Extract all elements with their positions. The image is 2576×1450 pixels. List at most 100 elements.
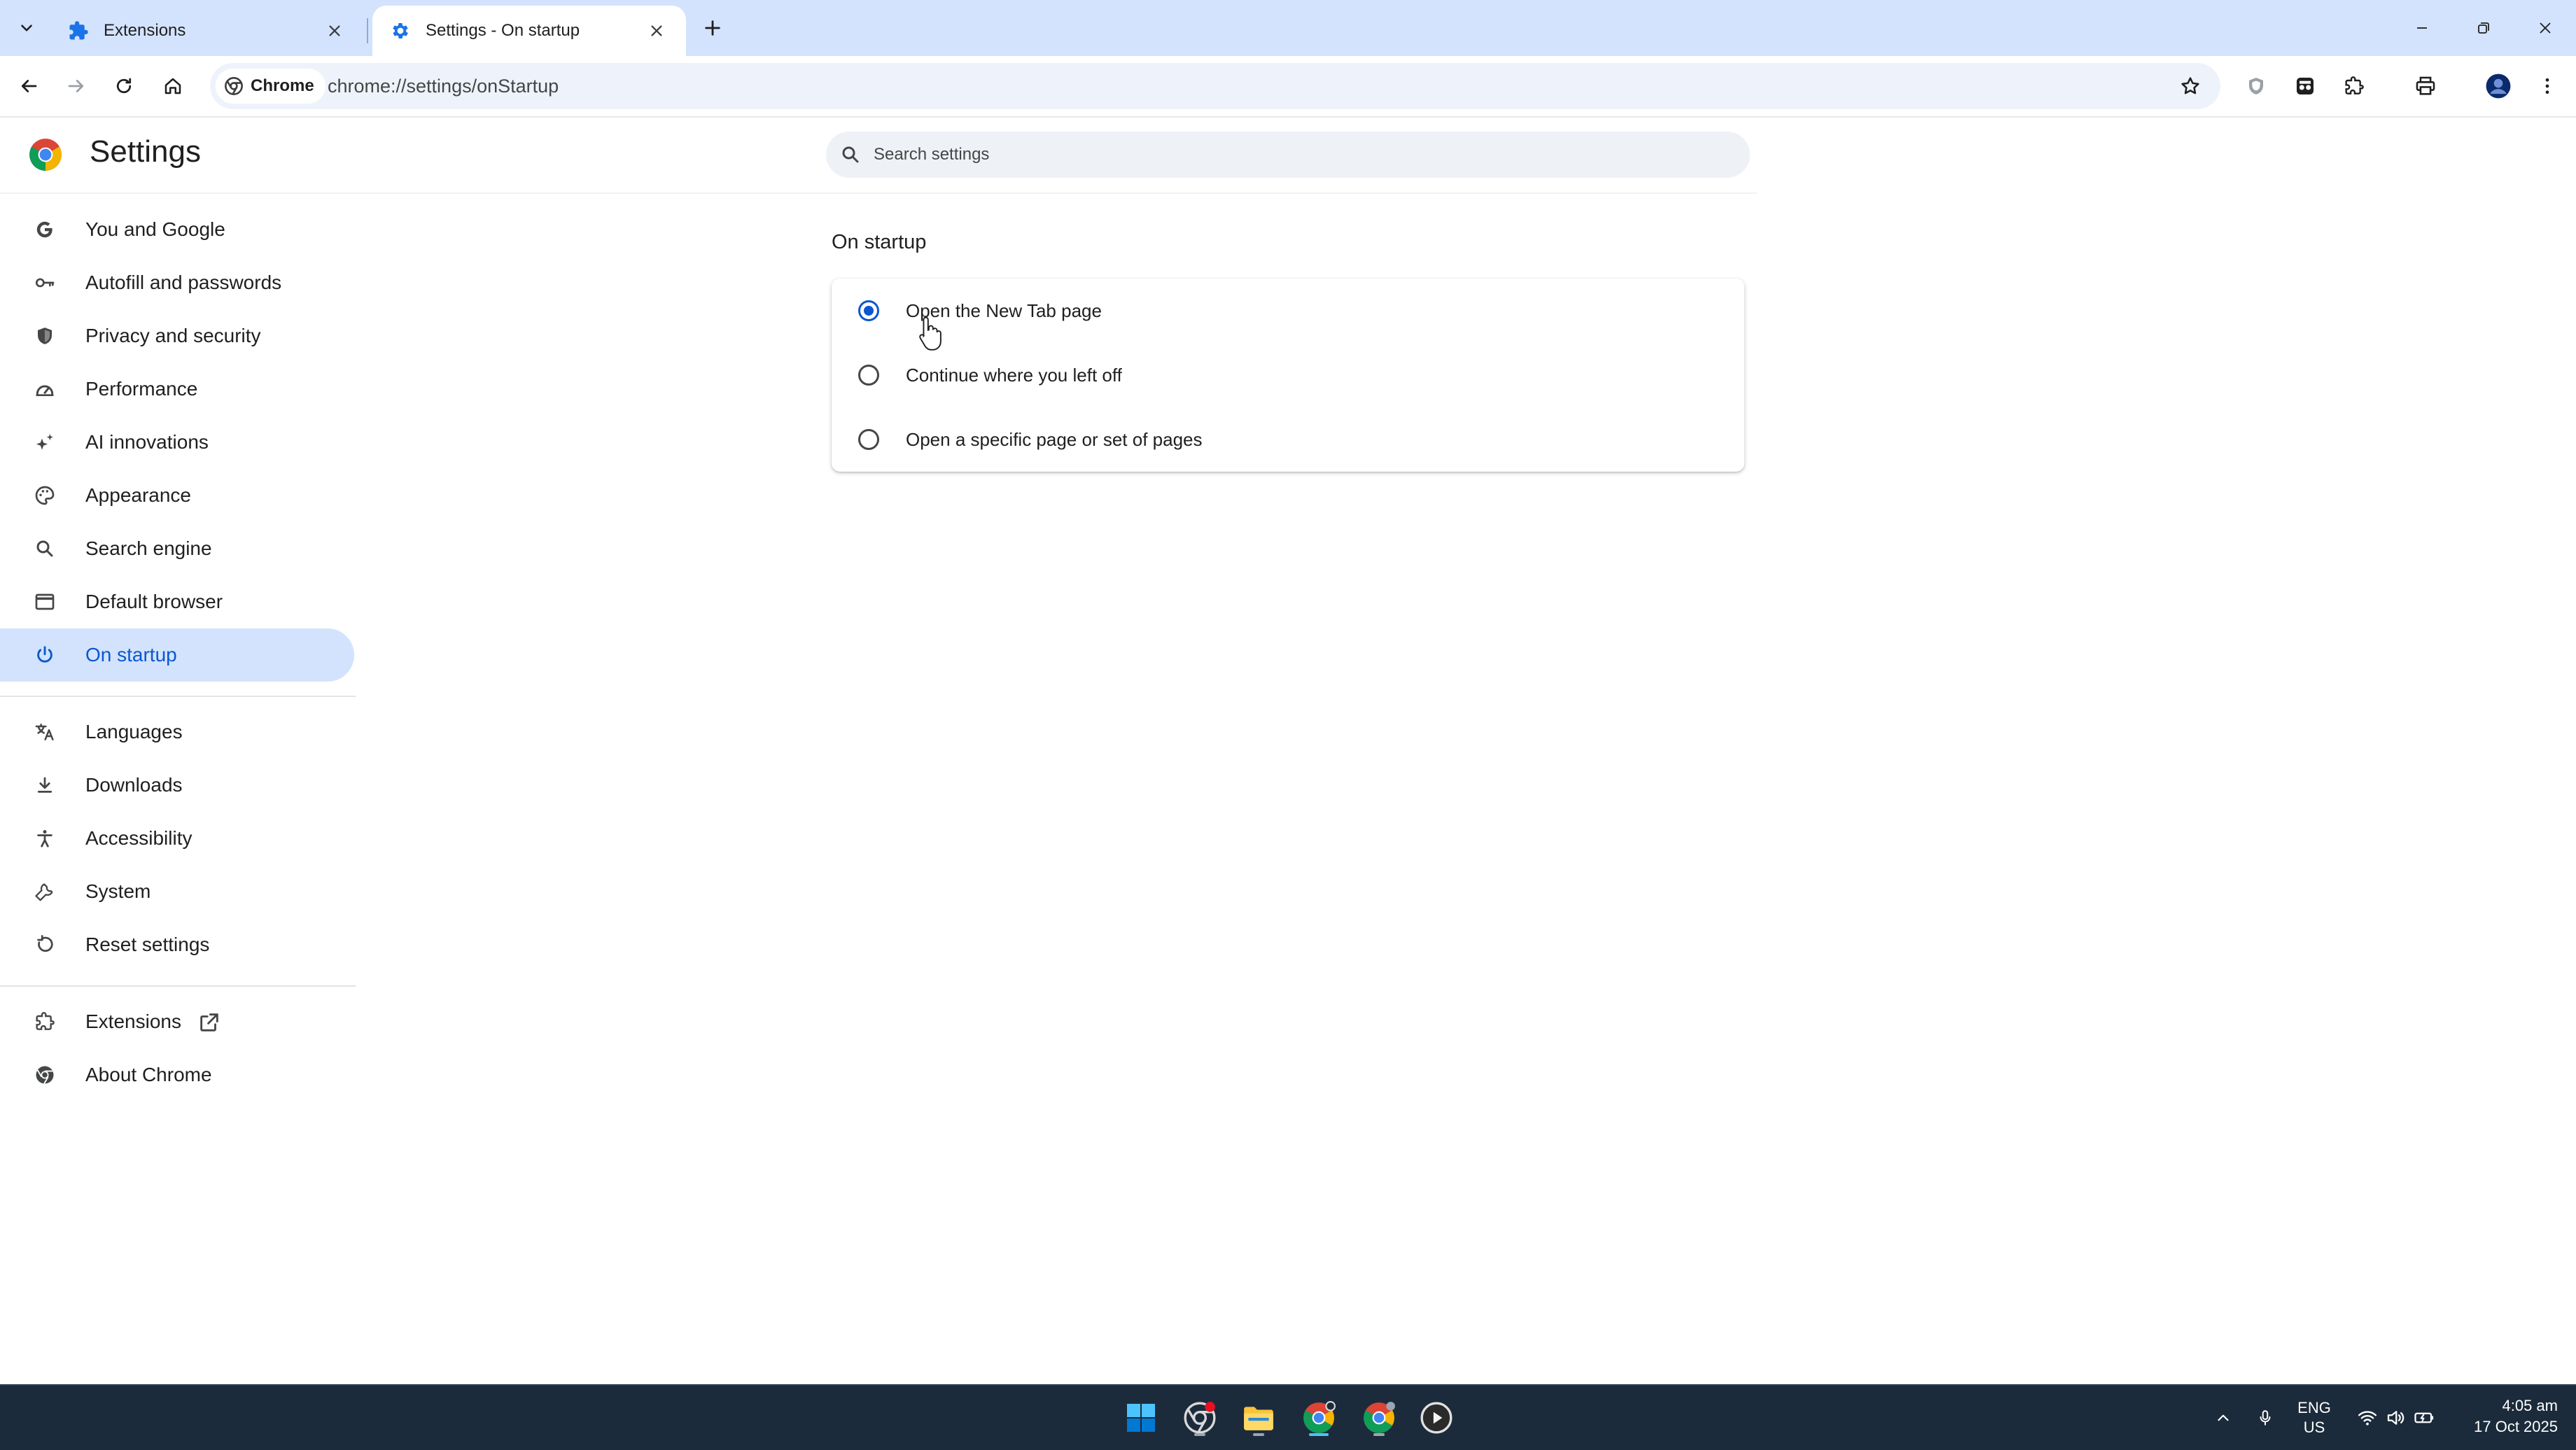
close-tab-button[interactable] xyxy=(644,18,669,43)
sidebar-item-appearance[interactable]: Appearance xyxy=(0,469,354,522)
arrow-left-icon xyxy=(21,80,37,92)
tab-settings[interactable]: Settings - On startup xyxy=(372,6,686,56)
close-tab-button[interactable] xyxy=(322,18,347,43)
window-controls xyxy=(2391,0,2576,56)
chevron-down-icon xyxy=(21,24,32,31)
sidebar-item-you-and-google[interactable]: You and Google xyxy=(0,203,354,256)
chrome-menu-button[interactable] xyxy=(2530,69,2565,104)
sidebar-item-search-engine[interactable]: Search engine xyxy=(0,522,354,575)
close-window-button[interactable] xyxy=(2514,0,2576,56)
radio-button[interactable] xyxy=(858,365,879,386)
sidebar-item-default-browser[interactable]: Default browser xyxy=(0,575,354,628)
radio-button[interactable] xyxy=(858,429,879,450)
sidebar-item-downloads[interactable]: Downloads xyxy=(0,759,354,812)
download-icon xyxy=(34,774,56,796)
sidebar-item-languages[interactable]: Languages xyxy=(0,705,354,759)
header-divider xyxy=(0,192,1757,194)
taskbar-active-indicator xyxy=(1309,1433,1329,1436)
home-button[interactable] xyxy=(155,69,190,104)
sidebar-item-system[interactable]: System xyxy=(0,865,354,918)
reload-button[interactable] xyxy=(106,69,141,104)
sidebar-item-extensions[interactable]: Extensions xyxy=(0,995,354,1048)
wrench-icon xyxy=(34,880,56,903)
key-icon xyxy=(34,272,56,294)
extension-shield-button[interactable] xyxy=(2239,69,2274,104)
bookmark-button[interactable] xyxy=(2173,69,2208,104)
sidebar-divider xyxy=(0,696,356,697)
sidebar-item-autofill[interactable]: Autofill and passwords xyxy=(0,256,354,309)
new-tab-button[interactable] xyxy=(697,13,728,43)
google-g-icon xyxy=(34,218,56,241)
start-button[interactable] xyxy=(1119,1395,1163,1440)
incognito-icon xyxy=(2297,78,2314,94)
sidebar-item-accessibility[interactable]: Accessibility xyxy=(0,812,354,865)
tab-search-button[interactable] xyxy=(8,10,45,46)
taskbar-running-indicator xyxy=(1194,1433,1205,1436)
sidebar-item-reset[interactable]: Reset settings xyxy=(0,918,354,971)
shield-icon xyxy=(34,325,56,347)
tab-extensions[interactable]: Extensions xyxy=(50,6,364,56)
sidebar-item-label: Reset settings xyxy=(85,934,210,955)
sidebar-item-on-startup[interactable]: On startup xyxy=(0,628,354,682)
url-text[interactable]: chrome://settings/onStartup xyxy=(328,63,559,109)
startup-option-specific-pages[interactable]: Open a specific page or set of pages xyxy=(832,407,1744,472)
radio-button[interactable] xyxy=(858,300,879,321)
extension-incognito-button[interactable] xyxy=(2288,69,2323,104)
clock-time: 4:05 am xyxy=(2502,1397,2558,1414)
back-button[interactable] xyxy=(11,69,46,104)
sidebar-item-performance[interactable]: Performance xyxy=(0,362,354,416)
sidebar-item-label: Search engine xyxy=(85,537,212,559)
minimize-button[interactable] xyxy=(2391,0,2453,56)
taskbar-app-chrome-red[interactable] xyxy=(1177,1395,1222,1440)
microphone-icon xyxy=(2260,1410,2271,1426)
taskbar-app-chrome-active[interactable] xyxy=(1296,1395,1341,1440)
star-icon xyxy=(2181,77,2199,94)
taskbar-clock[interactable]: 4:05 am 17 Oct 2025 xyxy=(2474,1395,2558,1437)
print-button[interactable] xyxy=(2408,69,2443,104)
taskbar-app-chrome-profile[interactable] xyxy=(1357,1395,1401,1440)
tray-overflow-button[interactable] xyxy=(2208,1386,2239,1450)
windows-taskbar: ENG US 4:05 am 17 Oct 2025 xyxy=(0,1384,2576,1450)
puzzle-icon xyxy=(2345,76,2364,94)
restore-button[interactable] xyxy=(2453,0,2514,56)
tab-strip: Extensions Settings - On startup xyxy=(0,0,2576,56)
forward-button[interactable] xyxy=(59,69,94,104)
minimize-icon xyxy=(2417,27,2427,29)
tab-title: Extensions xyxy=(104,21,186,40)
close-icon xyxy=(2540,22,2551,34)
tray-language[interactable]: ENG US xyxy=(2292,1386,2337,1450)
accessibility-icon xyxy=(34,827,56,850)
search-input[interactable] xyxy=(872,144,1645,165)
page-title: Settings xyxy=(90,134,201,169)
speedometer-icon xyxy=(34,378,56,400)
wifi-icon xyxy=(2358,1411,2377,1426)
sidebar-item-label: Appearance xyxy=(85,484,192,506)
hand-cursor-icon xyxy=(919,316,941,351)
profile-avatar-button[interactable] xyxy=(2481,69,2516,104)
taskbar-app-file-explorer[interactable] xyxy=(1236,1395,1281,1440)
search-icon xyxy=(842,146,859,163)
sidebar-item-privacy[interactable]: Privacy and security xyxy=(0,309,354,362)
tray-quick-settings[interactable] xyxy=(2351,1386,2442,1450)
puzzle-icon xyxy=(34,1011,56,1033)
sidebar-item-label: Downloads xyxy=(85,774,183,796)
sidebar-item-ai-innovations[interactable]: AI innovations xyxy=(0,416,354,469)
chrome-icon xyxy=(1184,1402,1216,1434)
chrome-icon xyxy=(225,77,243,95)
tray-microphone[interactable] xyxy=(2250,1386,2281,1450)
site-info-chip[interactable]: Chrome xyxy=(216,69,326,104)
search-icon xyxy=(34,537,56,560)
volume-icon xyxy=(2387,1411,2404,1425)
sidebar-item-about-chrome[interactable]: About Chrome xyxy=(0,1048,354,1101)
language-code: ENG xyxy=(2297,1399,2331,1416)
sidebar-item-label: Performance xyxy=(85,378,198,400)
sidebar-item-label: Default browser xyxy=(85,591,223,612)
startup-option-continue[interactable]: Continue where you left off xyxy=(832,343,1744,407)
startup-option-new-tab[interactable]: Open the New Tab page xyxy=(832,279,1744,343)
sidebar-item-label: On startup xyxy=(85,644,177,666)
taskbar-app-media-player[interactable] xyxy=(1414,1395,1459,1440)
power-icon xyxy=(34,644,56,666)
extensions-button[interactable] xyxy=(2337,69,2372,104)
address-bar[interactable]: Chrome chrome://settings/onStartup xyxy=(210,63,2220,109)
settings-search[interactable] xyxy=(826,132,1750,178)
